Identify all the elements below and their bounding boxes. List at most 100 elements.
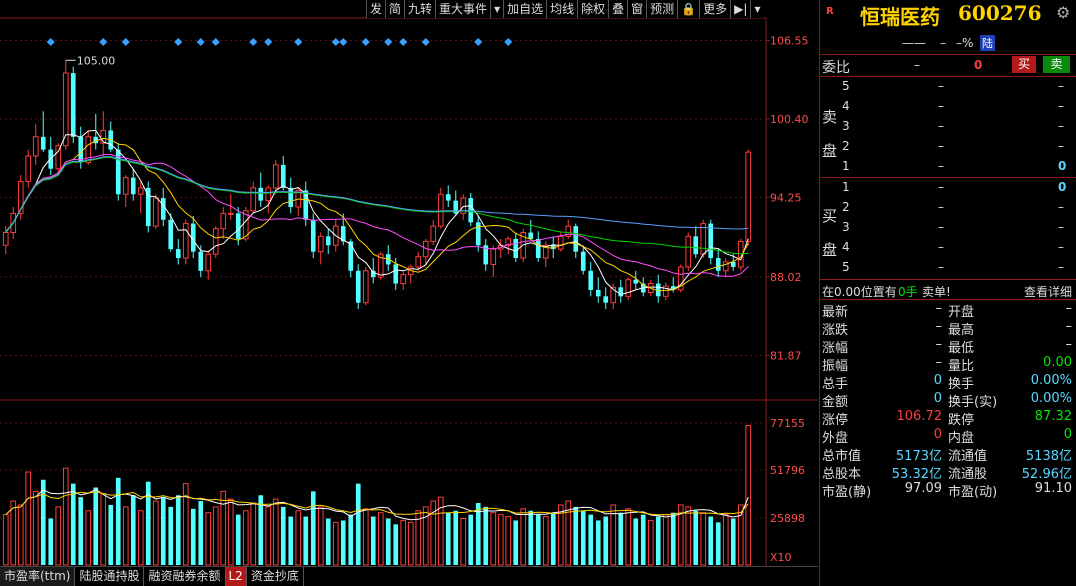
volume-bar [93, 487, 99, 565]
candle-body [437, 193, 444, 227]
candle-body [490, 248, 497, 265]
candle-body [513, 238, 519, 259]
toolbar-fa-button[interactable]: 发 [366, 0, 385, 18]
kline-chart-area[interactable]: 106.55 100.40 94.25 88.02 81.87 77155 51796 258… [0, 0, 818, 586]
volume-bar [528, 510, 534, 565]
volume-bar [603, 516, 609, 565]
stat-value: 52.96亿 [1021, 467, 1072, 482]
event-marker-icon [384, 38, 393, 46]
stat-label: 涨跌 [822, 323, 849, 338]
stat-value: – [935, 337, 943, 352]
toolbar-menu-dropdown-button[interactable]: ▾ [750, 0, 763, 18]
sell-level-price: – [938, 99, 944, 113]
event-marker-icon [474, 38, 483, 46]
stat-value: 53.32亿 [891, 467, 942, 482]
volume-bar [212, 506, 219, 566]
toolbar-ma-lines-button[interactable]: 均线 [546, 0, 577, 18]
volume-bar [708, 516, 714, 565]
position-side: 卖单! [922, 285, 951, 299]
toolbar-ex-rights-button[interactable]: 除权 [577, 0, 608, 18]
volume-bar [258, 495, 264, 565]
candle-body [55, 145, 62, 170]
volume-axis-label: 51796 [770, 464, 805, 477]
sell-level-price: – [938, 79, 944, 93]
toolbar-window-button[interactable]: 窗 [627, 0, 646, 18]
tab-l2-badge[interactable]: L2 [225, 567, 247, 586]
stat-label: 涨幅 [822, 341, 849, 356]
stat-label: 换手 [948, 377, 975, 392]
toolbar-jian-button[interactable]: 简 [385, 0, 404, 18]
stat-value: 106.72 [896, 409, 943, 424]
sub-pct: –% [956, 36, 974, 50]
event-marker-icon [249, 38, 258, 46]
tab-capital-bottom[interactable]: 资金抄底 [247, 567, 304, 586]
volume-bar [198, 501, 204, 565]
volume-bar [685, 506, 692, 566]
candle-body [445, 194, 451, 201]
toolbar-events-dropdown-button[interactable]: ▾ [490, 0, 503, 18]
stat-value: – [1065, 337, 1073, 352]
stat-value: 0 [1063, 427, 1072, 442]
volume-bar [235, 514, 241, 565]
candle-body [78, 136, 84, 163]
toolbar-forecast-button[interactable]: 预测 [646, 0, 677, 18]
weibi-value: – [914, 58, 920, 72]
stock-name: 恒瑞医药 [860, 5, 940, 29]
volume-bar [362, 508, 369, 566]
stat-label: 流通股 [948, 467, 988, 482]
stock-code: 600276 [958, 1, 1042, 25]
candle-body [722, 261, 729, 272]
volume-bar [385, 518, 391, 565]
sell-level-volume: – [1058, 99, 1064, 113]
candle-body [603, 296, 609, 303]
volume-bar [745, 425, 752, 566]
weibi-label: 委比 [822, 60, 850, 76]
volume-bar [100, 492, 107, 566]
toolbar-more-button[interactable]: 更多 [699, 0, 730, 18]
volume-bar [647, 519, 654, 566]
stat-label: 流通值 [948, 449, 988, 464]
quote-panel: R 恒瑞医药 600276 ⚙ —— – –% 陆 委比 – 0 买 卖 卖盘 … [819, 0, 1076, 586]
settings-gear-icon[interactable]: ⚙ [1056, 3, 1070, 22]
candle-body [235, 213, 241, 239]
volume-bar [348, 514, 354, 565]
volume-bar [520, 508, 527, 566]
price-axis-label: 88.02 [770, 271, 802, 284]
volume-bar [625, 508, 632, 566]
kline-chart[interactable]: 106.55 100.40 94.25 88.02 81.87 77155 51796 258… [0, 0, 818, 566]
detail-link[interactable]: 查看详细 [1024, 283, 1072, 300]
sell-button[interactable]: 卖 [1043, 56, 1070, 73]
stat-label: 市盈(静) [822, 485, 872, 500]
toolbar-lock-button[interactable]: 🔒 [677, 0, 699, 18]
buy-level-volume: – [1058, 260, 1064, 274]
buy-level-price: – [938, 260, 944, 274]
tab-northbound-holding[interactable]: 陆股通持股 [75, 567, 145, 586]
volume-bar [190, 508, 196, 565]
position-qty: 0手 [898, 285, 918, 299]
volume-bar [497, 514, 504, 566]
weibi-num: 0 [974, 58, 983, 72]
stat-value: – [1065, 319, 1073, 334]
volume-bar [272, 498, 279, 566]
volume-bar [152, 500, 159, 566]
toolbar-overlay-button[interactable]: 叠 [608, 0, 627, 18]
stat-value: 0 [933, 373, 942, 388]
toolbar-collapse-button[interactable]: ▶| [730, 0, 750, 18]
candle-body [40, 136, 46, 150]
event-marker-icon [504, 38, 513, 46]
volume-bar [670, 512, 676, 565]
buy-button[interactable]: 买 [1012, 56, 1036, 73]
candle-body [32, 136, 39, 157]
stat-value: – [935, 319, 943, 334]
tab-margin-balance[interactable]: 融资融券余额 [144, 567, 226, 586]
candle-body [2, 232, 9, 246]
toolbar-add-watchlist-button[interactable]: 加自选 [503, 0, 546, 18]
high-marker-label: 105.00 [77, 54, 116, 67]
sell-level-price: – [938, 119, 944, 133]
tab-pe-ttm[interactable]: 市盈率(ttm) [0, 567, 76, 586]
candle-body [265, 187, 272, 202]
toolbar-major-events-button[interactable]: 重大事件 [435, 0, 490, 18]
toolbar-jiuzhuan-button[interactable]: 九转 [404, 0, 435, 18]
volume-bar [62, 467, 69, 566]
volume-bar [122, 506, 129, 566]
